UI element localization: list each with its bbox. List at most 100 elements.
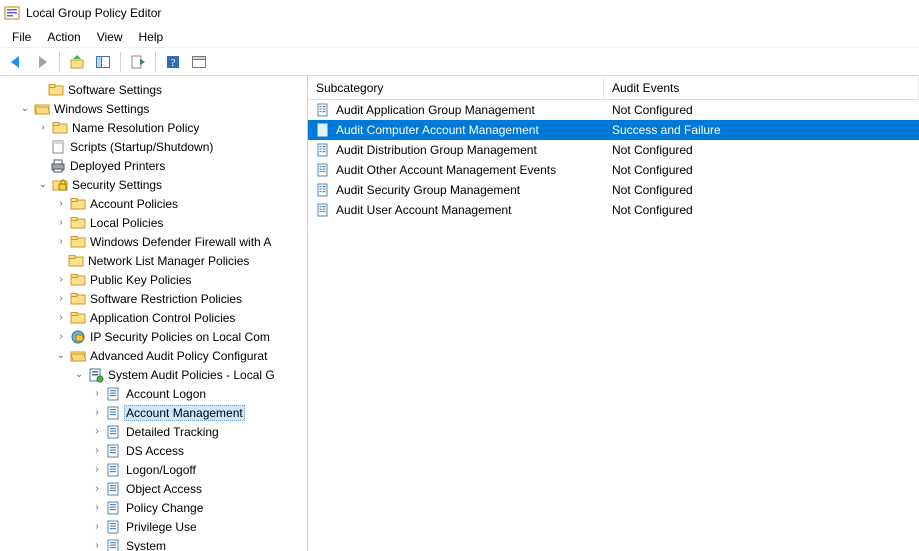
tree-node-policy-change[interactable]: ›Policy Change bbox=[0, 498, 307, 517]
chevron-right-icon[interactable]: › bbox=[90, 482, 104, 496]
cell-subcategory: Audit Security Group Management bbox=[308, 182, 604, 198]
tree-label: Logon/Logoff bbox=[124, 463, 198, 477]
toolbar-separator bbox=[120, 52, 121, 72]
tree-node-srp[interactable]: › Software Restriction Policies bbox=[0, 289, 307, 308]
tree-node-logon-logoff[interactable]: › Logon/Logoff bbox=[0, 460, 307, 479]
tree-label: Account Management bbox=[124, 405, 245, 421]
chevron-right-icon[interactable]: › bbox=[90, 539, 104, 551]
tree-node-local-policies[interactable]: › Local Policies bbox=[0, 213, 307, 232]
audit-category-icon bbox=[106, 424, 122, 440]
policy-item-icon bbox=[316, 102, 332, 118]
policy-item-icon bbox=[316, 142, 332, 158]
tree-node-name-resolution[interactable]: › Name Resolution Policy bbox=[0, 118, 307, 137]
tree-node-detailed-tracking[interactable]: ›Detailed Tracking bbox=[0, 422, 307, 441]
help-button[interactable]: ? bbox=[161, 51, 185, 73]
audit-category-icon bbox=[106, 443, 122, 459]
list-row[interactable]: Audit Distribution Group ManagementNot C… bbox=[308, 140, 919, 160]
folder-icon bbox=[70, 310, 86, 326]
cell-audit-events: Not Configured bbox=[604, 103, 919, 117]
cell-audit-events: Not Configured bbox=[604, 183, 919, 197]
chevron-down-icon[interactable]: ⌄ bbox=[36, 178, 50, 192]
tree-node-deployed-printers[interactable]: Deployed Printers bbox=[0, 156, 307, 175]
chevron-right-icon[interactable]: › bbox=[54, 197, 68, 211]
tree-node-wdf[interactable]: › Windows Defender Firewall with A bbox=[0, 232, 307, 251]
chevron-right-icon[interactable]: › bbox=[54, 330, 68, 344]
folder-icon bbox=[48, 82, 64, 98]
tree-node-software-settings[interactable]: Software Settings bbox=[0, 80, 307, 99]
chevron-down-icon[interactable]: ⌄ bbox=[72, 368, 86, 382]
audit-category-icon bbox=[106, 500, 122, 516]
tree-node-account-logon[interactable]: › Account Logon bbox=[0, 384, 307, 403]
cell-subcategory: Audit Application Group Management bbox=[308, 102, 604, 118]
chevron-down-icon[interactable]: ⌄ bbox=[18, 102, 32, 116]
tree-node-ds-access[interactable]: › DS Access bbox=[0, 441, 307, 460]
list-row[interactable]: Audit Security Group ManagementNot Confi… bbox=[308, 180, 919, 200]
list-row[interactable]: Audit Other Account Management EventsNot… bbox=[308, 160, 919, 180]
chevron-right-icon[interactable]: › bbox=[90, 425, 104, 439]
properties-button[interactable] bbox=[187, 51, 211, 73]
chevron-right-icon[interactable]: › bbox=[90, 387, 104, 401]
tree-node-object-access[interactable]: › Object Access bbox=[0, 479, 307, 498]
show-hide-tree-button[interactable] bbox=[91, 51, 115, 73]
tree-node-sap[interactable]: ⌄ System Audit Policies - Local G bbox=[0, 365, 307, 384]
list-body[interactable]: Audit Application Group ManagementNot Co… bbox=[308, 100, 919, 551]
cell-text: Audit Other Account Management Events bbox=[336, 163, 556, 177]
menu-file[interactable]: File bbox=[4, 28, 39, 46]
column-header-audit-events[interactable]: Audit Events bbox=[604, 77, 919, 99]
toolbar: ? bbox=[0, 48, 919, 76]
menu-action[interactable]: Action bbox=[39, 28, 88, 46]
chevron-right-icon[interactable]: › bbox=[90, 463, 104, 477]
tree-node-scripts[interactable]: Scripts (Startup/Shutdown) bbox=[0, 137, 307, 156]
cell-subcategory: Audit Distribution Group Management bbox=[308, 142, 604, 158]
title-bar: Local Group Policy Editor bbox=[0, 0, 919, 26]
chevron-right-icon[interactable] bbox=[32, 83, 46, 97]
tree-node-nlmp[interactable]: Network List Manager Policies bbox=[0, 251, 307, 270]
chevron-right-icon[interactable]: › bbox=[54, 292, 68, 306]
tree-node-security-settings[interactable]: ⌄ Security Settings bbox=[0, 175, 307, 194]
tree-label: Account Logon bbox=[124, 387, 208, 401]
tree-node-aapc[interactable]: ⌄ Advanced Audit Policy Configurat bbox=[0, 346, 307, 365]
tree-node-windows-settings[interactable]: ⌄ Windows Settings bbox=[0, 99, 307, 118]
tree-node-account-management[interactable]: › Account Management bbox=[0, 403, 307, 422]
export-button[interactable] bbox=[126, 51, 150, 73]
tree-label: DS Access bbox=[124, 444, 186, 458]
tree-label: Object Access bbox=[124, 482, 204, 496]
toolbar-separator bbox=[59, 52, 60, 72]
cell-audit-events: Success and Failure bbox=[604, 123, 919, 137]
tree-label: Advanced Audit Policy Configurat bbox=[88, 349, 269, 363]
printer-icon bbox=[50, 158, 66, 174]
tree-node-privilege-use[interactable]: ›Privilege Use bbox=[0, 517, 307, 536]
back-button[interactable] bbox=[4, 51, 28, 73]
column-header-subcategory[interactable]: Subcategory bbox=[308, 77, 604, 99]
chevron-right-icon[interactable]: › bbox=[90, 501, 104, 515]
tree-node-acp[interactable]: › Application Control Policies bbox=[0, 308, 307, 327]
tree-pane[interactable]: Software Settings ⌄ Windows Settings › N… bbox=[0, 76, 308, 551]
tree-label: Network List Manager Policies bbox=[86, 254, 251, 268]
policy-item-icon bbox=[316, 202, 332, 218]
chevron-right-icon[interactable]: › bbox=[90, 444, 104, 458]
list-row[interactable]: Audit Computer Account ManagementSuccess… bbox=[308, 120, 919, 140]
folder-icon bbox=[68, 253, 84, 269]
chevron-down-icon[interactable]: ⌄ bbox=[54, 349, 68, 363]
tree-node-ipsec[interactable]: › IP Security Policies on Local Com bbox=[0, 327, 307, 346]
up-button[interactable] bbox=[65, 51, 89, 73]
tree-node-pkp[interactable]: › Public Key Policies bbox=[0, 270, 307, 289]
menu-help[interactable]: Help bbox=[131, 28, 172, 46]
list-row[interactable]: Audit User Account ManagementNot Configu… bbox=[308, 200, 919, 220]
chevron-right-icon[interactable]: › bbox=[54, 216, 68, 230]
tree-label: Windows Settings bbox=[52, 102, 151, 116]
tree-node-system[interactable]: ›System bbox=[0, 536, 307, 551]
tree-node-account-policies[interactable]: › Account Policies bbox=[0, 194, 307, 213]
audit-category-icon bbox=[106, 519, 122, 535]
chevron-right-icon[interactable]: › bbox=[90, 406, 104, 420]
forward-button[interactable] bbox=[30, 51, 54, 73]
chevron-right-icon[interactable]: › bbox=[54, 273, 68, 287]
tree-label: Account Policies bbox=[88, 197, 180, 211]
chevron-right-icon[interactable]: › bbox=[36, 121, 50, 135]
chevron-right-icon[interactable]: › bbox=[54, 235, 68, 249]
chevron-right-icon[interactable]: › bbox=[54, 311, 68, 325]
list-row[interactable]: Audit Application Group ManagementNot Co… bbox=[308, 100, 919, 120]
chevron-right-icon[interactable]: › bbox=[90, 520, 104, 534]
menu-view[interactable]: View bbox=[89, 28, 131, 46]
tree-label: Windows Defender Firewall with A bbox=[88, 235, 273, 249]
